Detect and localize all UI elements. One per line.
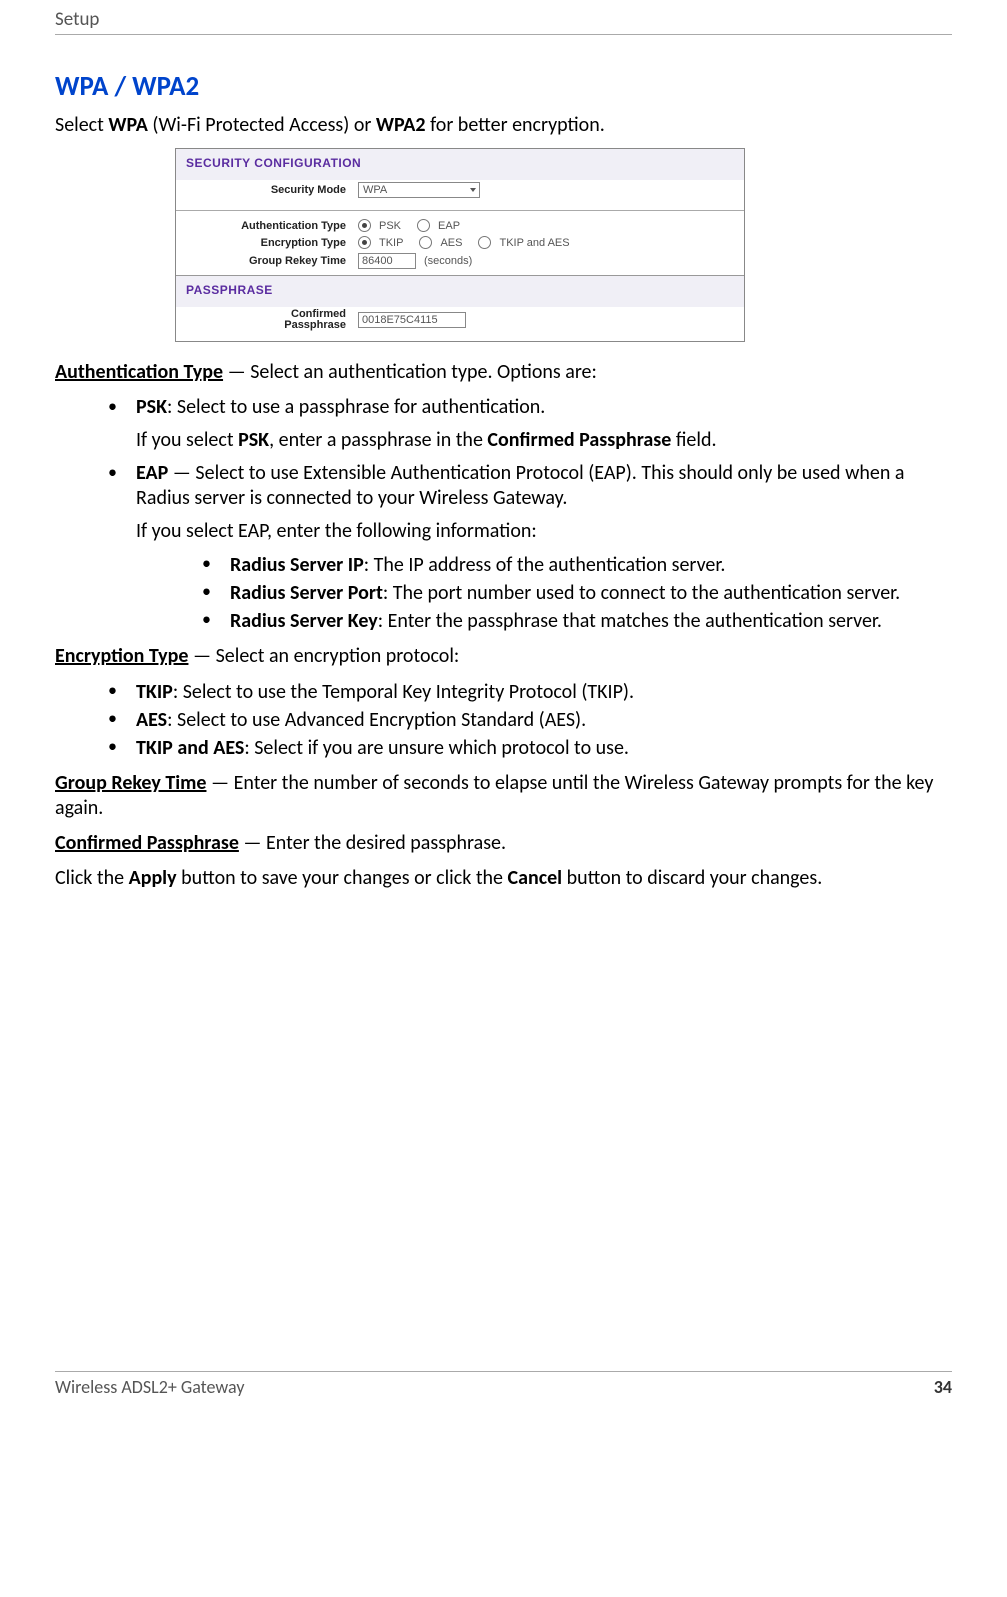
list-item: Radius Server Key: Enter the passphrase … bbox=[196, 608, 952, 634]
text: , enter a passphrase in the bbox=[269, 428, 487, 452]
text: — Select an encryption protocol: bbox=[188, 644, 459, 668]
text-bold: WPA2 bbox=[376, 113, 426, 137]
radio-tkip[interactable] bbox=[358, 236, 371, 249]
text-bold: Group Rekey Time bbox=[55, 771, 206, 795]
text: : Select to use a passphrase for authent… bbox=[167, 395, 545, 419]
conf-pass-paragraph: Confirmed Passphrase — Enter the desired… bbox=[55, 831, 952, 856]
apply-paragraph: Click the Apply button to save your chan… bbox=[55, 866, 952, 891]
radio-tkip-aes[interactable] bbox=[478, 236, 491, 249]
auth-type-label: Authentication Type bbox=[186, 220, 352, 232]
text: If you select bbox=[136, 428, 238, 452]
text-bold: Apply bbox=[129, 866, 177, 890]
text: Click the bbox=[55, 866, 129, 890]
radio-aes[interactable] bbox=[419, 236, 432, 249]
text: : Select to use Advanced Encryption Stan… bbox=[167, 708, 586, 732]
text: Select bbox=[55, 113, 108, 137]
list-item: TKIP and AES: Select if you are unsure w… bbox=[102, 735, 952, 761]
list-item: TKIP: Select to use the Temporal Key Int… bbox=[102, 679, 952, 705]
confirmed-passphrase-input[interactable]: 0018E75C4115 bbox=[358, 312, 466, 328]
text-bold: Radius Server Port bbox=[230, 581, 383, 605]
text: : The port number used to connect to the… bbox=[383, 581, 900, 605]
page-number: 34 bbox=[934, 1376, 952, 1398]
text: — Enter the desired passphrase. bbox=[239, 831, 506, 855]
intro-paragraph: Select WPA (Wi-Fi Protected Access) or W… bbox=[55, 113, 952, 138]
text-bold: AES bbox=[136, 708, 167, 732]
rekey-input[interactable]: 86400 bbox=[358, 253, 416, 269]
text: button to save your changes or click the bbox=[177, 866, 508, 890]
text-bold: Confirmed Passphrase bbox=[55, 831, 239, 855]
radio-eap-label: EAP bbox=[438, 220, 460, 232]
enc-type-label: Encryption Type bbox=[186, 237, 352, 249]
screenshot-panel: SECURITY CONFIGURATION Security Mode WPA… bbox=[175, 148, 745, 342]
text: for better encryption. bbox=[426, 113, 605, 137]
confirmed-passphrase-label: Confirmed Passphrase bbox=[186, 309, 352, 331]
text: button to discard your changes. bbox=[562, 866, 822, 890]
footer-title: Wireless ADSL2+ Gateway bbox=[55, 1376, 244, 1398]
radio-psk[interactable] bbox=[358, 219, 371, 232]
list-item: Radius Server Port: The port number used… bbox=[196, 580, 952, 606]
radio-eap[interactable] bbox=[417, 219, 430, 232]
text: : The IP address of the authentication s… bbox=[364, 553, 726, 577]
text-bold: PSK bbox=[238, 428, 269, 452]
text-bold: TKIP and AES bbox=[136, 736, 244, 760]
text: If you select EAP, enter the following i… bbox=[136, 519, 952, 544]
text-bold: PSK bbox=[136, 395, 167, 419]
security-mode-select[interactable]: WPA bbox=[358, 182, 480, 198]
page-header: Setup bbox=[55, 8, 952, 35]
text-bold: EAP bbox=[136, 461, 168, 485]
auth-type-lead: Authentication Type — Select an authenti… bbox=[55, 360, 952, 385]
list-item: EAP — Select to use Extensible Authentic… bbox=[102, 461, 952, 634]
text: (Wi-Fi Protected Access) or bbox=[148, 113, 376, 137]
rekey-label: Group Rekey Time bbox=[186, 255, 352, 267]
text-bold: Confirmed Passphrase bbox=[487, 428, 671, 452]
list-item: AES: Select to use Advanced Encryption S… bbox=[102, 707, 952, 733]
page-footer: Wireless ADSL2+ Gateway 34 bbox=[55, 1371, 952, 1398]
text-bold: TKIP bbox=[136, 680, 173, 704]
text-bold: Radius Server IP bbox=[230, 553, 364, 577]
text: — Select an authentication type. Options… bbox=[223, 360, 597, 384]
security-mode-label: Security Mode bbox=[186, 184, 352, 196]
text: : Select if you are unsure which protoco… bbox=[244, 736, 629, 760]
text: : Select to use the Temporal Key Integri… bbox=[173, 680, 634, 704]
enc-type-lead: Encryption Type — Select an encryption p… bbox=[55, 644, 952, 669]
text: field. bbox=[671, 428, 716, 452]
text-bold: WPA bbox=[108, 113, 148, 137]
text-bold: Authentication Type bbox=[55, 360, 223, 384]
radio-tkip-label: TKIP bbox=[379, 237, 403, 249]
rekey-paragraph: Group Rekey Time — Enter the number of s… bbox=[55, 771, 952, 821]
rekey-unit: (seconds) bbox=[424, 255, 472, 267]
text: Passphrase bbox=[284, 319, 346, 331]
text: — Select to use Extensible Authenticatio… bbox=[136, 461, 904, 510]
text-bold: Cancel bbox=[508, 866, 563, 890]
text: : Enter the passphrase that matches the … bbox=[378, 609, 882, 633]
text-bold: Encryption Type bbox=[55, 644, 188, 668]
panel-title-security: SECURITY CONFIGURATION bbox=[176, 149, 744, 180]
list-item: PSK: Select to use a passphrase for auth… bbox=[102, 395, 952, 453]
radio-tkip-aes-label: TKIP and AES bbox=[499, 237, 569, 249]
text-bold: Radius Server Key bbox=[230, 609, 378, 633]
panel-title-passphrase: PASSPHRASE bbox=[176, 275, 744, 307]
radio-psk-label: PSK bbox=[379, 220, 401, 232]
list-item: Radius Server IP: The IP address of the … bbox=[196, 552, 952, 578]
section-heading: WPA / WPA2 bbox=[55, 70, 952, 103]
radio-aes-label: AES bbox=[440, 237, 462, 249]
